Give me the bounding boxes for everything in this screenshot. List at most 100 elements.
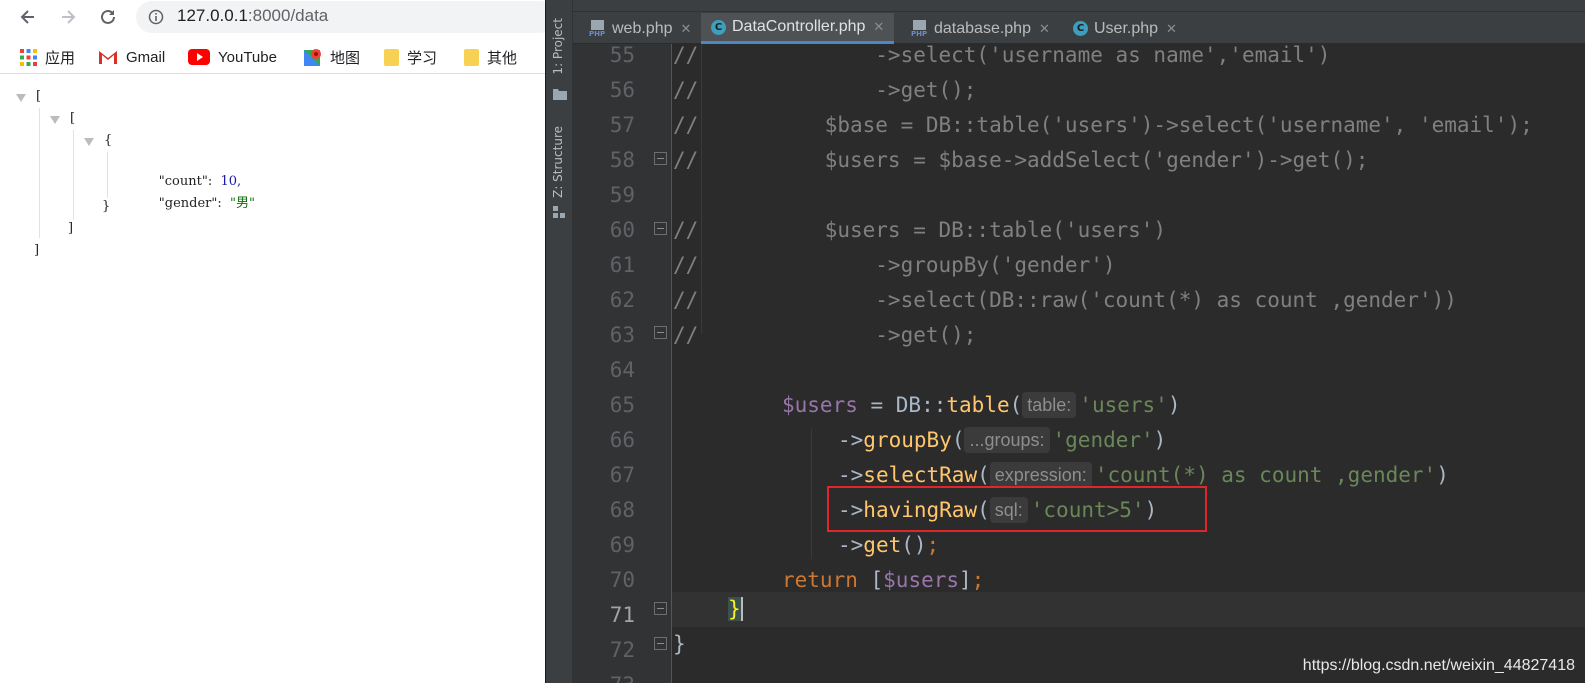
code-line-65: $users = DB::table(table:'users') [782,388,1585,423]
code-text: ( [1009,393,1023,417]
project-tool-button[interactable]: 1: Project [551,18,565,75]
code-semicolon: ; [971,568,985,592]
tab-label: database.php [934,19,1031,37]
bookmark-label: 应用 [45,49,76,67]
bookmark-youtube[interactable]: YouTube [188,46,277,68]
code-text: ) [1167,393,1181,417]
line-number: 70 [609,568,635,592]
close-icon[interactable]: ✕ [1166,21,1177,37]
code-function: groupBy [863,428,952,452]
bookmark-folder-other[interactable]: 其他 [464,46,517,68]
line-number: 56 [609,78,635,102]
json-bracket: ] [68,221,74,236]
site-info-icon[interactable] [148,9,164,25]
code-text: -> [838,533,864,557]
collapse-toggle-icon[interactable] [84,138,94,146]
fold-marker-icon[interactable] [654,222,667,235]
line-number: 63 [609,323,635,347]
url-text[interactable]: 127.0.0.1:8000/data [177,6,328,26]
navigation-bar [573,0,1585,12]
json-row-gender: "gender": "男" [134,177,255,211]
bookmark-label: 学习 [407,49,438,67]
bookmarks-bar: 应用 Gmail YouTube 地图 学习 其他 [0,40,545,74]
fold-marker-icon[interactable] [654,152,667,165]
bookmark-folder-study[interactable]: 学习 [384,46,437,68]
code-line-60: // $users = DB::table('users') [673,218,1167,242]
line-number: 69 [609,533,635,557]
line-number: 62 [609,288,635,312]
folder-icon [384,48,399,66]
line-number: 68 [609,498,635,522]
structure-tool-button[interactable]: Z: Structure [551,126,565,198]
code-line-63: // ->get(); [673,323,977,347]
code-text: = DB:: [857,393,947,417]
indent-guide [39,108,40,238]
collapse-toggle-icon[interactable] [16,94,26,102]
json-row-count: "count": 10, [134,155,241,189]
line-number: 61 [609,253,635,277]
line-number: 59 [609,183,635,207]
bookmark-maps[interactable]: 地图 [304,46,360,68]
folder-icon [553,89,567,100]
line-number: 71 [609,603,635,627]
code-semicolon: ; [926,533,940,557]
code-text: -> [838,463,864,487]
json-string: "男" [230,196,255,211]
code-text: ) [1436,463,1449,487]
url-path: :8000/data [247,6,329,25]
apps-grid-icon [20,48,37,66]
tool-window-strip: 1: Project Z: Structure [546,0,573,683]
bookmark-gmail[interactable]: Gmail [98,46,165,68]
class-icon: C [711,19,726,35]
fold-marker-icon[interactable] [654,637,667,650]
parameter-hint: table: [1022,392,1077,418]
indent-guide [811,429,812,559]
json-bracket: [ [70,111,76,126]
browser-window: 127.0.0.1:8000/data 应用 Gmail YouTube 地图 … [0,0,545,683]
code-keyword: return [782,568,858,592]
bookmark-label: YouTube [218,48,277,66]
forward-button[interactable] [54,4,82,30]
line-number: 57 [609,113,635,137]
folder-icon [464,48,479,66]
code-text: () [901,533,927,557]
line-number: 65 [609,393,635,417]
fold-marker-icon[interactable] [654,602,667,615]
back-button[interactable] [14,4,42,30]
code-string: 'users' [1079,393,1168,417]
bookmark-label: Gmail [126,48,166,66]
code-line-58: // $users = $base->addSelect('gender')->… [673,148,1369,172]
code-editor[interactable]: 55 56 57 58 59 60 61 62 63 64 65 66 67 6… [573,43,1585,683]
fold-marker-icon[interactable] [654,326,667,339]
address-bar[interactable]: 127.0.0.1:8000/data [136,1,545,33]
back-arrow-icon [20,10,34,24]
php-file-icon: PHP [589,19,606,38]
close-icon[interactable]: ✕ [681,21,692,37]
reload-button[interactable] [94,4,122,30]
php-file-icon: PHP [911,19,928,38]
bookmark-apps[interactable]: 应用 [20,46,75,68]
youtube-icon [188,49,210,65]
code-line-61: // ->groupBy('gender') [673,253,1116,277]
code-line-55: // ->select('username as name','email') [673,43,1331,67]
code-text: ( [951,428,965,452]
close-icon[interactable]: ✕ [873,19,884,35]
reload-icon [101,9,115,24]
line-number: 55 [609,43,635,67]
code-function: selectRaw [863,463,978,487]
code-line-69: ->get(); [838,528,1585,563]
code-line-57: // $base = DB::table('users')->select('u… [673,113,1533,137]
line-number: 60 [609,218,635,242]
url-host: 127.0.0.1 [177,6,248,25]
close-icon[interactable]: ✕ [1039,21,1050,37]
json-brace: } [102,199,111,214]
gutter-divider [671,44,672,683]
browser-toolbar: 127.0.0.1:8000/data [0,0,545,36]
collapse-toggle-icon[interactable] [50,116,60,124]
code-text: ) [1153,428,1167,452]
json-bracket: [ [36,89,42,104]
code-variable: $users [782,393,858,417]
json-brace: { [104,133,113,148]
ide-window: 1: Project Z: Structure PHP web.php ✕ C … [545,0,1585,683]
code-text: -> [838,428,864,452]
